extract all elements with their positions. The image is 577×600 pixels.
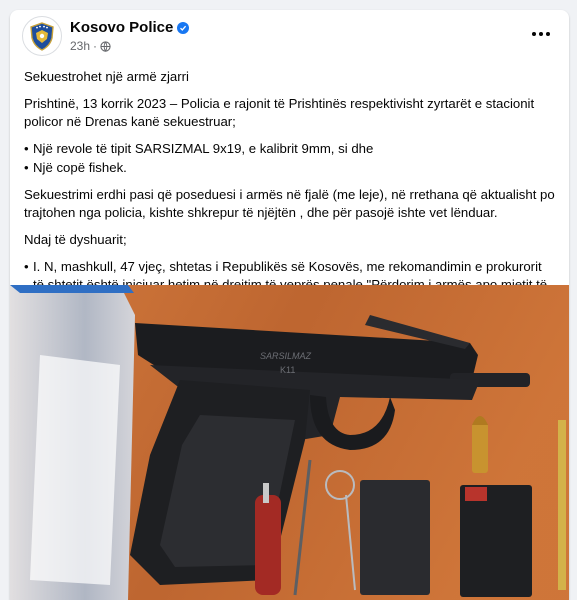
page-name-label[interactable]: Kosovo Police bbox=[70, 19, 173, 36]
more-options-button[interactable] bbox=[525, 22, 557, 46]
post-text: Sekuestrohet një armë zjarri Prishtinë, … bbox=[10, 60, 569, 312]
post-paragraph-suspect-heading: Ndaj të dyshuarit; bbox=[24, 232, 127, 247]
verified-badge-icon bbox=[177, 21, 190, 34]
more-dot bbox=[546, 32, 550, 36]
slide-engraving: SARSILMAZ bbox=[260, 351, 312, 361]
list-item: Një copë fishek. bbox=[24, 159, 555, 177]
kosovo-police-emblem-icon bbox=[30, 22, 54, 51]
page-name[interactable]: Kosovo Police bbox=[70, 19, 190, 36]
post-photo[interactable]: SARSILMAZ K11 bbox=[10, 285, 569, 600]
globe-icon[interactable] bbox=[100, 40, 111, 52]
post-paragraph-seizure: Sekuestrimi erdhi pasi që poseduesi i ar… bbox=[24, 187, 555, 220]
list-item: Një revole të tipit SARSIZMAL 9x19, e ka… bbox=[24, 140, 555, 158]
slide-model: K11 bbox=[280, 365, 295, 375]
more-options-icon bbox=[532, 32, 536, 36]
post-header: Kosovo Police 23h · bbox=[10, 10, 569, 60]
post-paragraph-intro: Prishtinë, 13 korrik 2023 – Policia e ra… bbox=[24, 96, 535, 129]
post-meta: 23h · bbox=[70, 39, 111, 53]
page-avatar[interactable] bbox=[22, 16, 62, 56]
post-time[interactable]: 23h bbox=[70, 39, 90, 53]
seized-items-list: Një revole të tipit SARSIZMAL 9x19, e ka… bbox=[24, 140, 555, 177]
seized-pistol-photo: SARSILMAZ K11 bbox=[10, 285, 569, 600]
post-card: Kosovo Police 23h · Sekuestrohet një arm… bbox=[10, 10, 569, 600]
meta-separator: · bbox=[93, 39, 98, 53]
post-title: Sekuestrohet një armë zjarri bbox=[24, 69, 189, 84]
more-dot bbox=[539, 32, 543, 36]
